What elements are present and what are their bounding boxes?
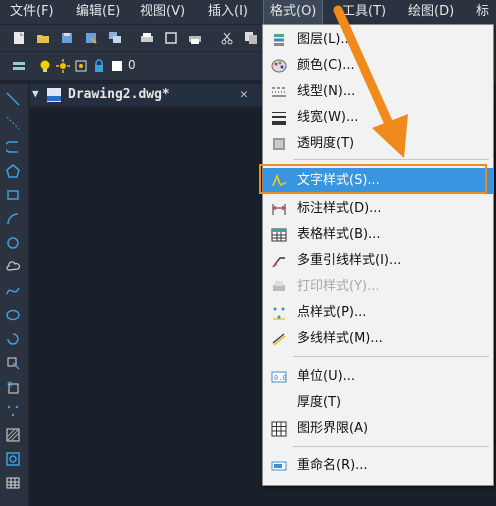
menu-item-thickness[interactable]: 厚度(T) — [263, 390, 493, 416]
menu-draw[interactable]: 绘图(D) — [408, 0, 454, 24]
make-block-icon[interactable] — [6, 380, 20, 394]
point-icon[interactable] — [6, 404, 20, 418]
cut-icon[interactable] — [220, 31, 234, 45]
svg-text:0.0: 0.0 — [274, 374, 287, 382]
format-menu: 图层(L)... 颜色(C)... 线型(N)... 线宽(W)... 透明度(… — [262, 24, 494, 486]
menu-item-point-style[interactable]: 点样式(P)... — [263, 300, 493, 326]
draw-toolbar — [0, 84, 28, 506]
ellipse-icon[interactable] — [6, 308, 20, 322]
ellipse-arc-icon[interactable] — [6, 332, 20, 346]
menu-edit[interactable]: 编辑(E) — [76, 0, 120, 24]
units-icon: 0.0 — [271, 371, 287, 383]
menu-item-table-style[interactable]: 表格样式(B)... — [263, 222, 493, 248]
sun-freeze-icon[interactable] — [56, 59, 70, 73]
menu-view[interactable]: 视图(V) — [140, 0, 185, 24]
menu-item-mline-style[interactable]: 多线样式(M)... — [263, 326, 493, 352]
transparency-icon — [273, 138, 285, 150]
menu-insert[interactable]: 插入(I) — [208, 0, 248, 24]
current-layer-name[interactable]: 0 — [128, 58, 136, 72]
plot-icon[interactable] — [188, 31, 202, 45]
line-icon[interactable] — [6, 92, 20, 106]
print-icon[interactable] — [140, 31, 154, 45]
windows-icon[interactable] — [108, 31, 122, 45]
spline-icon[interactable] — [6, 284, 20, 298]
save-icon[interactable] — [60, 31, 74, 45]
menu-item-rename[interactable]: 重命名(R)... — [263, 453, 493, 479]
hatch-icon[interactable] — [6, 428, 20, 442]
menu-item-plot-style: 打印样式(Y)... — [263, 274, 493, 300]
menu-item-units[interactable]: 0.0 单位(U)... — [263, 364, 493, 390]
construction-line-icon[interactable] — [6, 116, 20, 130]
plot-style-icon — [273, 281, 285, 291]
circle-icon[interactable] — [6, 236, 20, 250]
menu-item-lineweight[interactable]: 线宽(W)... — [263, 105, 493, 131]
new-file-icon[interactable] — [12, 31, 26, 45]
lock-icon[interactable] — [92, 59, 106, 73]
mleader-style-icon — [272, 257, 285, 268]
save-as-icon[interactable] — [84, 31, 98, 45]
menu-item-dim-style[interactable]: 标注样式(D)... — [263, 196, 493, 222]
lightbulb-icon[interactable] — [38, 59, 52, 73]
open-folder-icon[interactable] — [36, 31, 50, 45]
menu-item-linetype[interactable]: 线型(N)... — [263, 79, 493, 105]
menu-dimension[interactable]: 标 — [476, 0, 489, 24]
menu-item-limits[interactable]: 图形界限(A) — [263, 416, 493, 442]
lineweight-icon — [272, 112, 286, 125]
revcloud-icon[interactable] — [6, 260, 20, 274]
text-style-icon — [272, 173, 287, 187]
menu-item-transparency[interactable]: 透明度(T) — [263, 131, 493, 157]
table-style-icon — [271, 228, 287, 242]
polyline-icon[interactable] — [6, 140, 20, 154]
palette-icon — [271, 59, 287, 73]
table-icon[interactable] — [6, 476, 20, 490]
menu-item-color[interactable]: 颜色(C)... — [263, 53, 493, 79]
viewport-freeze-icon[interactable] — [74, 59, 88, 73]
copy-icon[interactable] — [244, 31, 258, 45]
linetype-icon — [272, 87, 286, 97]
layer-manager-icon[interactable] — [12, 59, 26, 73]
tab-dropdown-icon[interactable]: ▼ — [32, 87, 39, 100]
menu-bar: 文件(F) 编辑(E) 视图(V) 插入(I) 格式(O) 工具(T) 绘图(D… — [0, 0, 496, 25]
menu-separator — [293, 356, 489, 357]
document-title: Drawing2.dwg* — [68, 87, 170, 102]
rectangle-icon[interactable] — [6, 188, 20, 202]
dwg-file-icon — [47, 88, 61, 102]
mline-style-icon — [272, 333, 286, 346]
rename-icon — [271, 461, 287, 471]
menu-separator — [293, 446, 489, 447]
insert-block-icon[interactable] — [6, 356, 20, 370]
document-tab[interactable]: ▼ Drawing2.dwg* ✕ — [30, 84, 262, 106]
close-tab-icon[interactable]: ✕ — [240, 87, 248, 102]
arc-icon[interactable] — [6, 212, 20, 226]
preview-icon[interactable] — [164, 31, 178, 45]
menu-item-mleader-style[interactable]: 多重引线样式(I)... — [263, 248, 493, 274]
layer-color-icon — [112, 61, 122, 71]
limits-icon — [271, 421, 287, 437]
dim-style-icon — [272, 204, 286, 215]
menu-separator — [293, 159, 489, 160]
polygon-icon[interactable] — [6, 164, 20, 178]
layers-icon — [274, 34, 284, 46]
point-style-icon — [273, 307, 285, 320]
thickness-icon: 厚度(T) — [297, 395, 342, 410]
region-icon[interactable] — [6, 452, 20, 466]
menu-tools[interactable]: 工具(T) — [342, 0, 386, 24]
menu-file[interactable]: 文件(F) — [10, 0, 54, 24]
menu-format[interactable]: 格式(O) — [262, 0, 324, 25]
menu-item-text-style[interactable]: 文字样式(S)... — [263, 168, 493, 194]
menu-item-layer[interactable]: 图层(L)... — [263, 27, 493, 53]
